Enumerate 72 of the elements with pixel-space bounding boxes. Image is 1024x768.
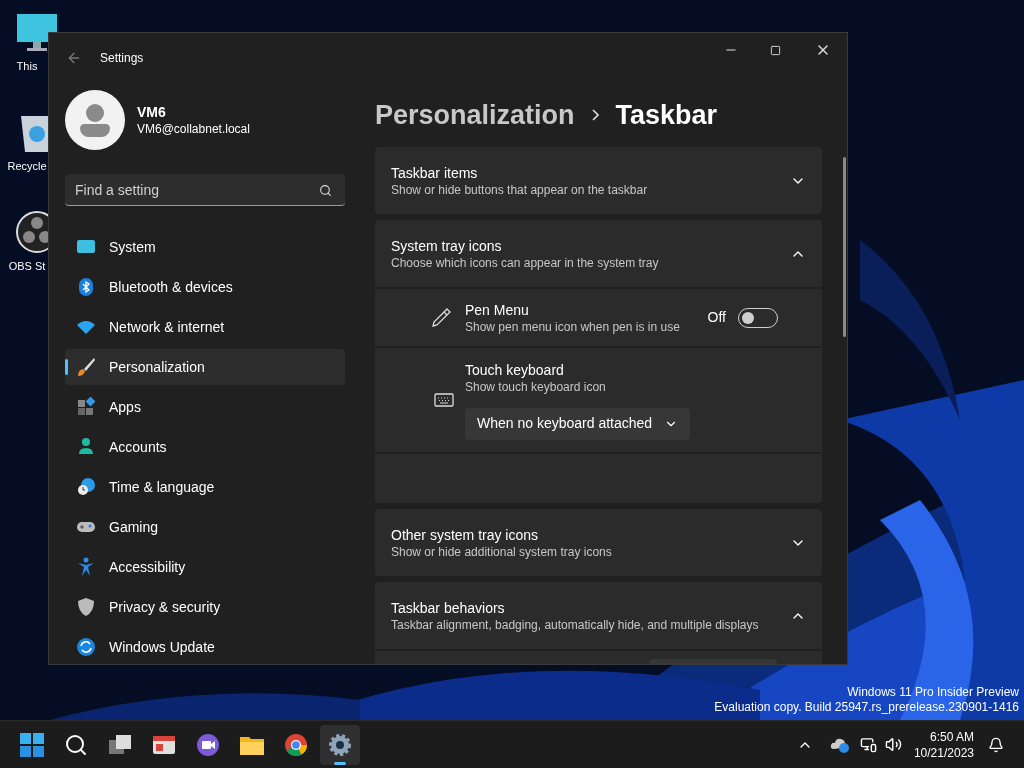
- section-description: Taskbar alignment, badging, automatically hide, and multiple displays: [391, 616, 760, 633]
- nav-item[interactable]: Accessibility: [65, 549, 345, 585]
- pen-icon: [430, 306, 452, 329]
- nav-item[interactable]: Accounts: [65, 429, 345, 465]
- section-header[interactable]: System tray icons Choose which icons can appear in the system tray: [375, 220, 822, 287]
- setting-title: Touch keyboard: [465, 360, 565, 379]
- accessibility-icon: [76, 557, 96, 577]
- notification-bell-icon[interactable]: [988, 736, 1004, 753]
- user-name: VM6: [137, 103, 167, 121]
- windows-start-icon: [20, 732, 44, 757]
- desktop-icon-label[interactable]: This: [16, 58, 38, 75]
- video-chat-icon: [196, 732, 220, 757]
- search-icon: [319, 184, 332, 197]
- update-icon: [76, 637, 96, 657]
- nav-item[interactable]: Windows Update: [65, 629, 345, 664]
- desktop-icon-label[interactable]: OBS St: [8, 258, 46, 275]
- person-icon: [76, 437, 96, 457]
- clock-time[interactable]: 6:50 AM: [929, 728, 974, 745]
- nav-item[interactable]: Personalization: [65, 349, 345, 385]
- nav-item[interactable]: Bluetooth & devices: [65, 269, 345, 305]
- apps-icon: [76, 397, 96, 417]
- maximize-icon[interactable]: [770, 44, 781, 56]
- shield-icon: [76, 597, 96, 617]
- section-title: Other system tray icons: [391, 525, 540, 544]
- clock-date[interactable]: 10/21/2023: [913, 744, 974, 761]
- section-header[interactable]: Taskbar items Show or hide buttons that appear on the taskbar: [375, 147, 822, 214]
- keyboard-icon: [434, 392, 454, 408]
- dropdown[interactable]: When no keyboard attached: [465, 407, 690, 440]
- active-indicator: [334, 761, 346, 765]
- section-description: Show or hide buttons that appear on the taskbar: [391, 181, 649, 198]
- selection-indicator: [65, 359, 68, 375]
- setting-description: Show touch keyboard icon: [465, 378, 607, 395]
- build-info-text: Windows 11 Pro Insider Preview: [847, 685, 1019, 700]
- breadcrumb-link[interactable]: Personalization: [375, 94, 575, 136]
- cloud-icon[interactable]: [829, 736, 850, 753]
- network-icon[interactable]: [859, 736, 877, 753]
- gear-icon: [328, 732, 352, 757]
- globe-clock-icon: [76, 477, 96, 497]
- section-header[interactable]: Taskbar behaviors Taskbar alignment, badging, automatically hide, and multiple displays: [375, 582, 822, 649]
- search-field[interactable]: Find a setting: [65, 174, 345, 206]
- user-email: VM6@collabnet.local: [137, 121, 250, 137]
- scrollbar[interactable]: [843, 157, 846, 337]
- avatar: [65, 90, 125, 150]
- chevron-right-icon: [591, 109, 599, 121]
- setting-title: Pen Menu: [465, 300, 530, 319]
- browser-icon: [284, 732, 308, 757]
- news-widget-icon: [152, 733, 176, 756]
- section-description: Show or hide additional system tray icons: [391, 543, 613, 560]
- build-info-text: Evaluation copy. Build 25947.rs_prerelease.230901-1416: [714, 700, 1019, 715]
- taskbar-app-button[interactable]: [320, 724, 360, 765]
- bluetooth-icon: [76, 277, 96, 297]
- monitor-icon: [15, 12, 59, 54]
- nav-item[interactable]: System: [65, 229, 345, 265]
- window-title: Settings: [100, 50, 144, 67]
- section-header[interactable]: Other system tray icons Show or hide additional system tray icons: [375, 509, 822, 576]
- nav-item[interactable]: Network & internet: [65, 309, 345, 345]
- paintbrush-icon: [76, 357, 96, 377]
- nav-item[interactable]: Privacy & security: [65, 589, 345, 625]
- search-icon: [64, 732, 88, 757]
- nav-item[interactable]: Apps: [65, 389, 345, 425]
- toggle-state-label: Off: [707, 308, 726, 327]
- nav-item[interactable]: Time & language: [65, 469, 345, 505]
- setting-description: Show pen menu icon when pen is in use: [465, 318, 681, 335]
- nav-item[interactable]: Gaming: [65, 509, 345, 545]
- task-view-icon: [108, 733, 132, 756]
- section-description: Choose which icons can appear in the system tray: [391, 254, 660, 271]
- desktop-icon-label[interactable]: Recycle: [7, 158, 47, 175]
- page-title: Taskbar: [615, 98, 718, 132]
- volume-icon[interactable]: [884, 736, 902, 753]
- section-title: System tray icons: [391, 236, 503, 255]
- section-title: Taskbar behaviors: [391, 598, 506, 617]
- section-title: Taskbar items: [391, 163, 479, 182]
